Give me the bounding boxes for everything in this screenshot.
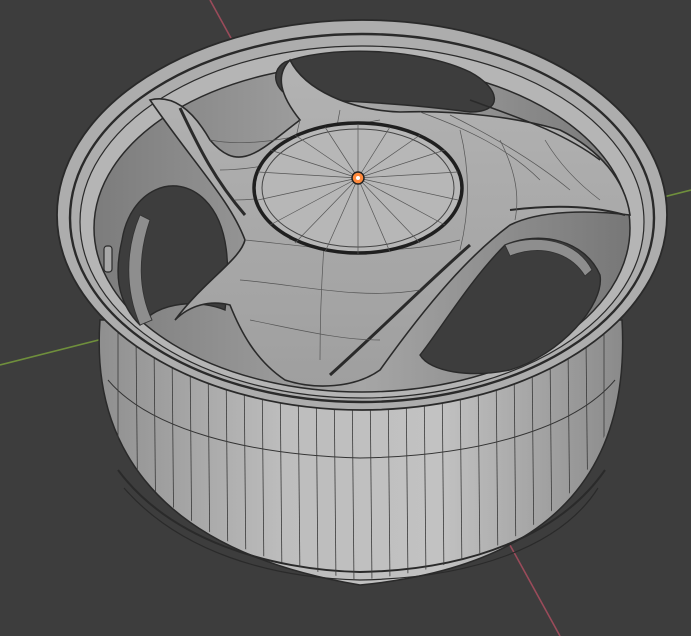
3d-viewport[interactable] — [0, 0, 691, 636]
center-cap — [252, 121, 464, 255]
wheel-rim-mesh[interactable] — [56, 19, 668, 586]
viewport-scene — [0, 0, 691, 636]
valve-stem — [103, 245, 113, 273]
